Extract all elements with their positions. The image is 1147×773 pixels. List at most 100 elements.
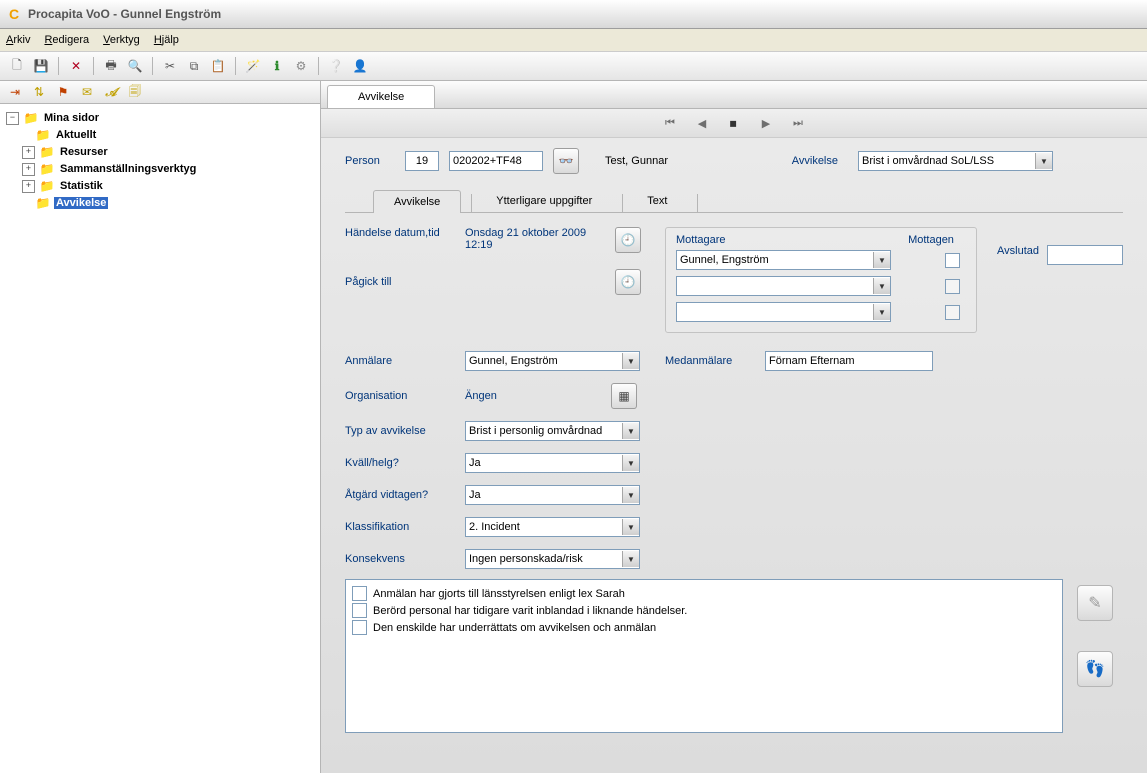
anmalare-label: Anmälare <box>345 355 455 367</box>
chevron-down-icon[interactable]: ▼ <box>622 353 639 369</box>
avslutad-input[interactable] <box>1047 245 1123 265</box>
tree-aktuellt[interactable]: Aktuellt <box>6 127 320 143</box>
find-icon[interactable]: 🔍 <box>126 57 144 75</box>
flag-icon[interactable]: ⚑ <box>54 83 72 101</box>
window-title: Procapita VoO - Gunnel Engström <box>28 7 221 21</box>
tree-toggle[interactable]: + <box>22 163 35 176</box>
menu-arkiv[interactable]: Arkiv <box>6 34 30 46</box>
doc-tab-avvikelse[interactable]: Avvikelse <box>327 85 435 108</box>
filter-icon[interactable]: ⇅ <box>30 83 48 101</box>
inform-label: Den enskilde har underrättats om avvikel… <box>373 622 656 634</box>
datetime-picker-button[interactable]: 🕘 <box>615 269 641 295</box>
paste-icon[interactable]: 📋 <box>209 57 227 75</box>
copy-icon[interactable]: ⧉ <box>185 57 203 75</box>
inform-checkbox[interactable] <box>352 620 367 635</box>
folder-icon <box>39 162 55 176</box>
tree-collapse-icon[interactable]: ⇥ <box>6 83 24 101</box>
footsteps-button[interactable]: 👣 <box>1077 651 1113 687</box>
chevron-down-icon[interactable]: ▼ <box>873 252 890 268</box>
chevron-down-icon[interactable]: ▼ <box>622 551 639 567</box>
nav-current-icon[interactable]: ◆ <box>724 113 744 133</box>
print-icon[interactable]: 🖶 <box>102 57 120 75</box>
chevron-down-icon[interactable]: ▼ <box>873 304 890 320</box>
person-lookup-button[interactable]: 👓 <box>553 148 579 174</box>
person-code-input[interactable] <box>449 151 543 171</box>
nav-first-icon[interactable]: ⏮ <box>663 116 677 130</box>
person-icon[interactable]: 👤 <box>351 57 369 75</box>
org-chart-button[interactable]: ▦ <box>611 383 637 409</box>
tree-resurser[interactable]: + Resurser <box>6 144 320 160</box>
datetime-picker-button[interactable]: 🕘 <box>615 227 641 253</box>
konsekvens-label: Konsekvens <box>345 553 455 565</box>
nav-next-icon[interactable]: ▶ <box>759 116 773 130</box>
anmalare-select[interactable]: Gunnel, Engström ▼ <box>465 351 640 371</box>
folder-icon <box>35 128 51 142</box>
mottagen-checkbox-3 <box>945 305 960 320</box>
typ-select[interactable]: Brist i personlig omvårdnad ▼ <box>465 421 640 441</box>
tab-ytterligare[interactable]: Ytterligare uppgifter <box>476 190 612 212</box>
konsekvens-select[interactable]: Ingen personskada/risk ▼ <box>465 549 640 569</box>
handelse-value: Onsdag 21 oktober 2009 12:19 <box>465 227 605 251</box>
person-num-input[interactable] <box>405 151 439 171</box>
tree-toggle[interactable]: + <box>22 180 35 193</box>
note-icon[interactable]: 𝒜 <box>102 83 120 101</box>
nav-last-icon[interactable]: ⏭ <box>791 116 805 130</box>
chevron-down-icon[interactable]: ▼ <box>622 519 639 535</box>
organisation-label: Organisation <box>345 390 455 402</box>
personal-checkbox[interactable] <box>352 603 367 618</box>
tree-root[interactable]: − Mina sidor <box>6 110 320 126</box>
tree-toggle[interactable]: + <box>22 146 35 159</box>
folder-icon <box>39 145 55 159</box>
tab-text[interactable]: Text <box>627 190 687 212</box>
tree-avvikelse[interactable]: Avvikelse <box>6 195 320 211</box>
mottagare-select-1[interactable]: Gunnel, Engström ▼ <box>676 250 891 270</box>
cut-icon[interactable]: ✂ <box>161 57 179 75</box>
organisation-value: Ängen <box>465 390 601 402</box>
new-icon[interactable]: 🗋 <box>8 57 26 75</box>
help-icon[interactable]: ❔ <box>327 57 345 75</box>
kvall-label: Kväll/helg? <box>345 457 455 469</box>
save-icon[interactable]: 💾 <box>32 57 50 75</box>
chevron-down-icon[interactable]: ▼ <box>1035 153 1052 169</box>
chevron-down-icon[interactable]: ▼ <box>622 487 639 503</box>
lex-sarah-label: Anmälan har gjorts till länsstyrelsen en… <box>373 588 625 600</box>
folder-icon[interactable]: 🗐 <box>126 83 144 101</box>
atgard-select[interactable]: Ja ▼ <box>465 485 640 505</box>
avslutad-label: Avslutad <box>997 245 1039 257</box>
avvikelse-select[interactable]: Brist i omvårdnad SoL/LSS ▼ <box>858 151 1053 171</box>
chevron-down-icon[interactable]: ▼ <box>622 423 639 439</box>
tab-avvikelse[interactable]: Avvikelse <box>373 190 461 213</box>
atgard-label: Åtgärd vidtagen? <box>345 489 455 501</box>
chevron-down-icon[interactable]: ▼ <box>622 455 639 471</box>
tree-sammanst[interactable]: + Sammanställningsverktyg <box>6 161 320 177</box>
menu-verktyg[interactable]: Verktyg <box>103 34 140 46</box>
delete-icon[interactable]: ✕ <box>67 57 85 75</box>
pagick-label: Pågick till <box>345 276 455 288</box>
folder-icon <box>23 111 39 125</box>
tool-icon[interactable]: ⚙ <box>292 57 310 75</box>
wand-icon[interactable]: 🪄 <box>244 57 262 75</box>
medanmalare-input[interactable] <box>765 351 933 371</box>
left-panel: ⇥ ⇅ ⚑ ✉ 𝒜 🗐 − Mina sidor Aktuellt + <box>0 81 321 773</box>
mottagare-select-2[interactable]: ▼ <box>676 276 891 296</box>
info-icon[interactable]: ℹ <box>268 57 286 75</box>
mail-icon[interactable]: ✉ <box>78 83 96 101</box>
left-toolbar: ⇥ ⇅ ⚑ ✉ 𝒜 🗐 <box>0 81 320 104</box>
menu-hjalp[interactable]: Hjälp <box>154 34 179 46</box>
klass-label: Klassifikation <box>345 521 455 533</box>
doc-tab-label: Avvikelse <box>358 91 404 103</box>
kvall-select[interactable]: Ja ▼ <box>465 453 640 473</box>
tree-statistik[interactable]: + Statistik <box>6 178 320 194</box>
nav-prev-icon[interactable]: ◀ <box>695 116 709 130</box>
menu-redigera[interactable]: Redigera <box>44 34 89 46</box>
chevron-down-icon[interactable]: ▼ <box>873 278 890 294</box>
mottagare-select-3[interactable]: ▼ <box>676 302 891 322</box>
mottagen-checkbox-2 <box>945 279 960 294</box>
tree-toggle-root[interactable]: − <box>6 112 19 125</box>
mottagen-label: Mottagen <box>896 234 966 246</box>
edit-button[interactable]: ✎ <box>1077 585 1113 621</box>
klass-select[interactable]: 2. Incident ▼ <box>465 517 640 537</box>
mottagen-checkbox-1[interactable] <box>945 253 960 268</box>
lex-sarah-checkbox[interactable] <box>352 586 367 601</box>
avvikelse-value: Brist i omvårdnad SoL/LSS <box>862 155 994 167</box>
